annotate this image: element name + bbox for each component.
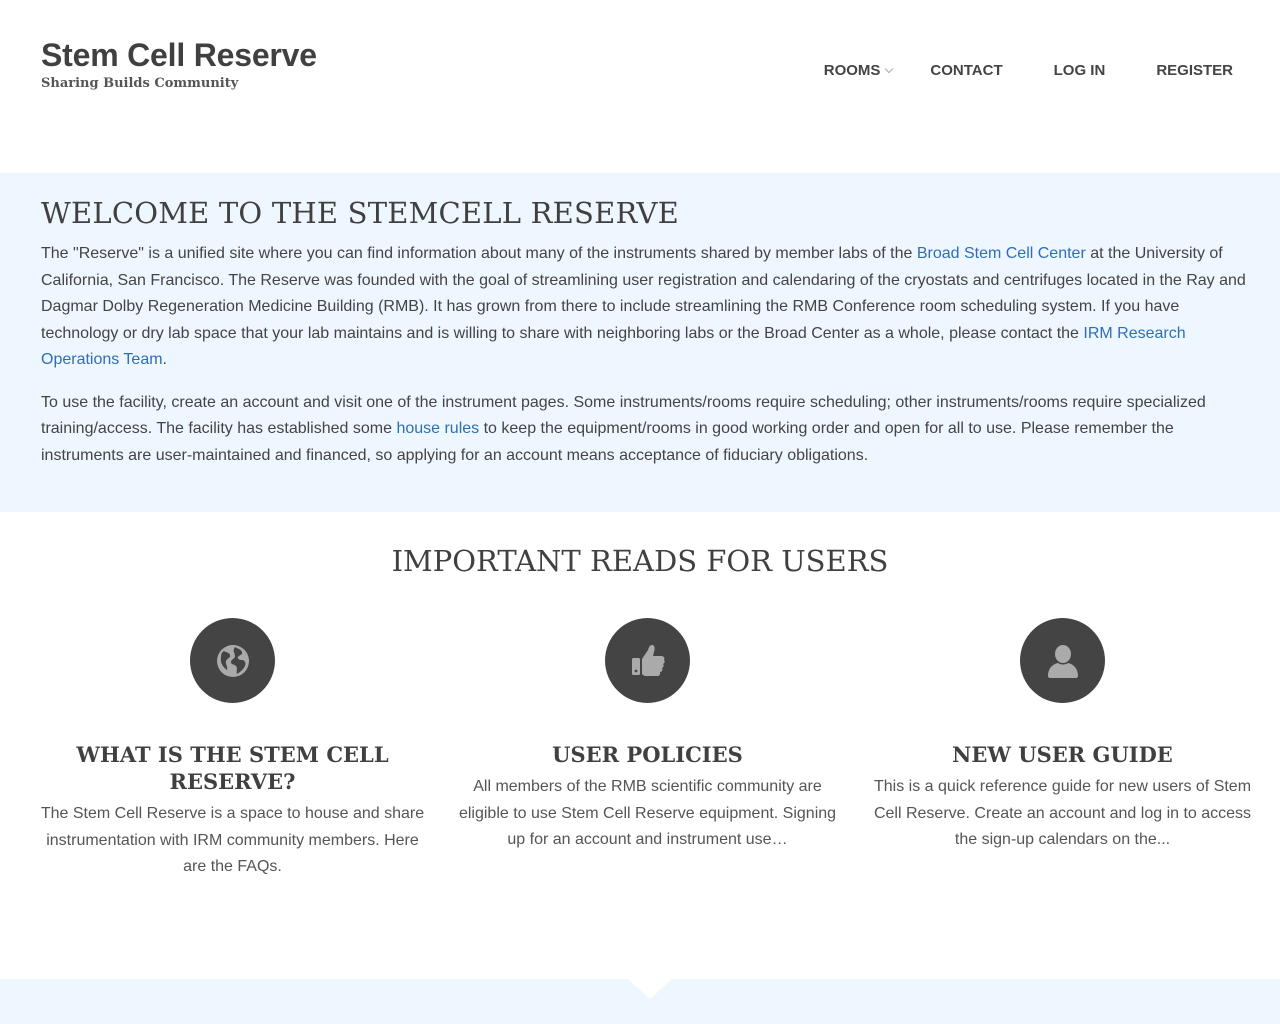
brand: Stem Cell Reserve Sharing Builds Communi…	[41, 36, 317, 91]
site-tagline: Sharing Builds Community	[41, 76, 239, 91]
reads-cards: WHAT IS THE STEM CELL RESERVE? The Stem …	[25, 618, 1271, 881]
card-new-user-guide: NEW USER GUIDE This is a quick reference…	[855, 618, 1270, 881]
thumbs-up-icon[interactable]	[605, 618, 690, 703]
welcome-heading: WELCOME TO THE STEMCELL RESERVE	[41, 196, 679, 230]
welcome-paragraph-2: To use the facility, create an account a…	[41, 390, 1252, 470]
site-title[interactable]: Stem Cell Reserve	[41, 36, 317, 74]
card-title[interactable]: USER POLICIES	[454, 741, 841, 768]
important-reads-heading: IMPORTANT READS FOR USERS	[391, 544, 889, 578]
nav-contact[interactable]: CONTACT	[930, 60, 1002, 80]
card-title[interactable]: NEW USER GUIDE	[869, 741, 1256, 768]
main-nav: ROOMS CONTACT LOG IN REGISTER	[824, 60, 1233, 80]
section-notch	[628, 979, 672, 999]
card-user-policies: USER POLICIES All members of the RMB sci…	[440, 618, 855, 881]
card-text: This is a quick reference guide for new …	[873, 778, 1252, 848]
globe-icon[interactable]	[190, 618, 275, 703]
nav-register[interactable]: REGISTER	[1156, 60, 1233, 80]
nav-login[interactable]: LOG IN	[1054, 60, 1106, 80]
card-text: The Stem Cell Reserve is a space to hous…	[40, 805, 425, 875]
user-icon-glyph	[1047, 644, 1078, 678]
welcome-p1-text-3: .	[162, 351, 167, 368]
broad-center-link[interactable]: Broad Stem Cell Center	[917, 245, 1086, 262]
welcome-paragraph-1: The "Reserve" is a unified site where yo…	[41, 241, 1252, 374]
globe-icon-glyph	[216, 644, 249, 677]
important-reads-section: IMPORTANT READS FOR USERS WHAT IS THE ST…	[0, 512, 1280, 979]
nav-rooms[interactable]: ROOMS	[823, 60, 894, 80]
site-header: Stem Cell Reserve Sharing Builds Communi…	[0, 0, 1280, 173]
thumbs-up-icon-glyph	[631, 644, 665, 676]
house-rules-link[interactable]: house rules	[396, 420, 479, 437]
card-text: All members of the RMB scientific commun…	[458, 778, 837, 848]
welcome-p1-text-1: The "Reserve" is a unified site where yo…	[41, 245, 917, 262]
nav-rooms-label: ROOMS	[823, 61, 881, 79]
card-title[interactable]: WHAT IS THE STEM CELL RESERVE?	[39, 741, 426, 795]
card-what-is: WHAT IS THE STEM CELL RESERVE? The Stem …	[25, 618, 440, 881]
welcome-section: WELCOME TO THE STEMCELL RESERVE The "Res…	[0, 173, 1280, 512]
user-icon[interactable]	[1020, 618, 1105, 703]
chevron-down-icon	[885, 64, 894, 73]
